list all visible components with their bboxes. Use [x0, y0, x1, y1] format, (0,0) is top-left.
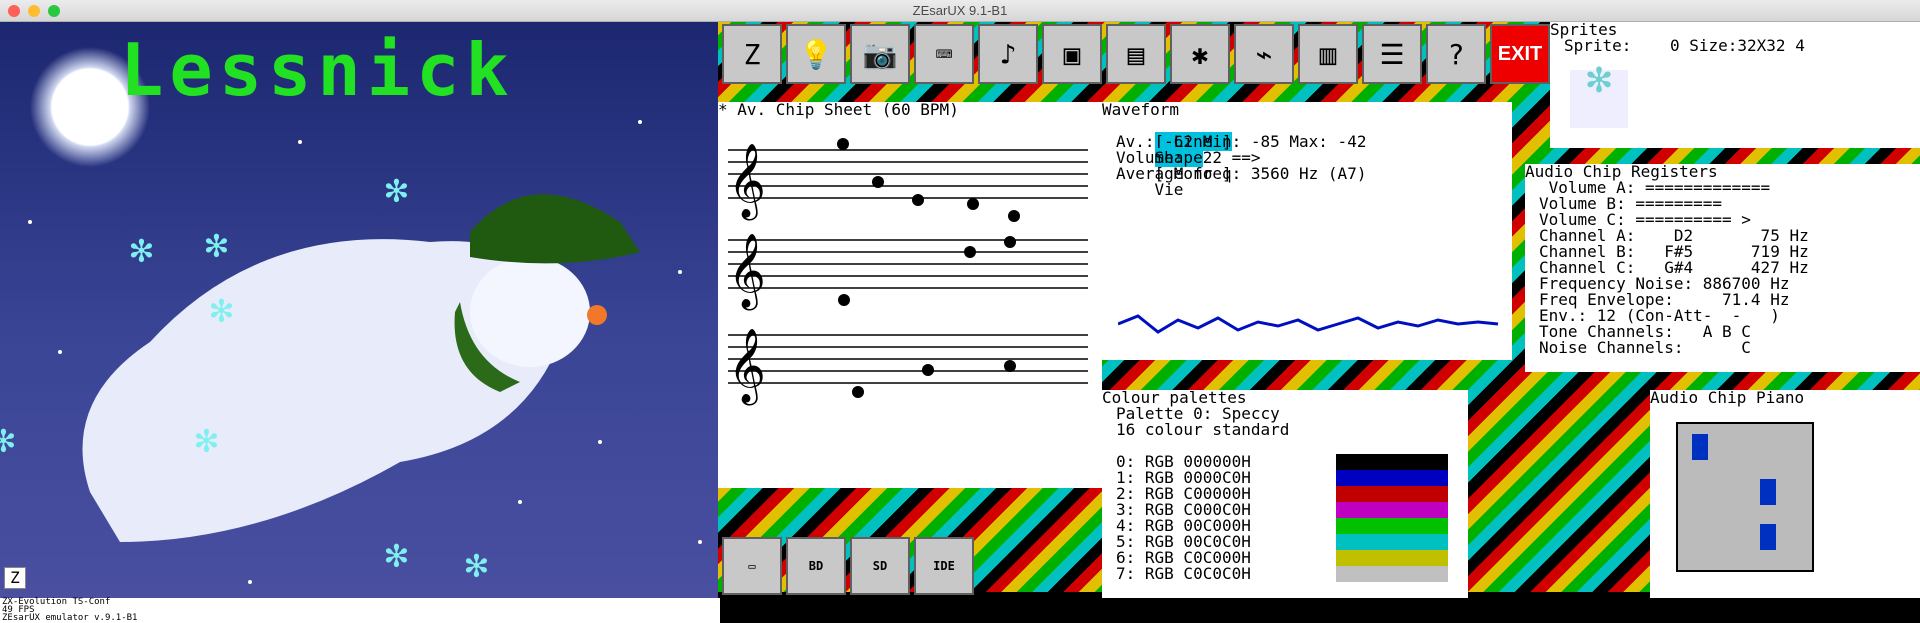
snapshot-camera-icon[interactable]: 📷 [850, 24, 910, 84]
chip-sheet-title: * Av. Chip Sheet (60 BPM) [718, 102, 959, 119]
bulb-help-icon[interactable]: 💡 [786, 24, 846, 84]
palette-swatch [1336, 534, 1448, 550]
window-titlebar: ZEsarUX 9.1-B1 [0, 0, 1920, 22]
window-title: ZEsarUX 9.1-B1 [912, 3, 1008, 18]
svg-text:✻: ✻ [205, 222, 228, 266]
status-text: ZX-Evolution TS-Conf 49 FPS ZEsarUX emul… [0, 598, 720, 623]
zesarux-logo-icon[interactable]: Z [722, 24, 782, 84]
sprites-info: Sprite: 0 Size:32X32 4 [1564, 36, 1805, 55]
sprites-window: Sprites Sprite: 0 Size:32X32 4 ✻ [1550, 22, 1920, 148]
snowman-illustration: ✻ ✻ ✻ ✻ ✻ ✻ ✻ ✻ [0, 120, 702, 586]
chip-sheet-window: * Av. Chip Sheet (60 BPM) 𝄞 𝄞 𝄞 [718, 102, 1102, 488]
svg-text:✻: ✻ [465, 542, 488, 586]
palette-swatch [1336, 470, 1448, 486]
audio-mixer-icon[interactable]: ☰ [1362, 24, 1422, 84]
palette-desc: 16 colour standard [1116, 420, 1290, 439]
sd-card-button[interactable]: SD [850, 537, 910, 595]
status-machine: ZX-Evolution TS-Conf [2, 597, 111, 607]
palette-entry-label: 7: RGB C0C0C0H [1116, 564, 1251, 583]
exit-button[interactable]: EXIT [1490, 24, 1550, 84]
palette-entry: 7: RGB C0C0C0H [1102, 566, 1468, 582]
help-question-icon[interactable]: ? [1426, 24, 1486, 84]
tape-icon[interactable]: ▭ [722, 537, 782, 595]
palette-swatch [1336, 486, 1448, 502]
waveform-window: Waveform [ Line ] Shape [ Mono ] Vie Av.… [1102, 102, 1512, 360]
zesarux-corner-icon[interactable]: Z [4, 567, 26, 589]
svg-text:𝄞: 𝄞 [728, 329, 766, 406]
palette-swatch [1336, 454, 1448, 470]
waveform-freq: Average freq: 3560 Hz (A7) [1116, 164, 1367, 183]
emulated-screen[interactable]: Lessnick ✻ ✻ ✻ ✻ ✻ ✻ ✻ ✻ Z [0, 22, 718, 598]
bd-disk-button[interactable]: BD [786, 537, 846, 595]
svg-text:𝄞: 𝄞 [728, 144, 766, 221]
palette-swatch [1336, 518, 1448, 534]
music-staff: 𝄞 𝄞 𝄞 [728, 138, 1088, 406]
keyboard-help-icon[interactable]: ⌨ [914, 24, 974, 84]
svg-text:✻: ✻ [195, 417, 218, 461]
window-icon[interactable]: ▥ [1298, 24, 1358, 84]
reg-row: Noise Channels: C [1539, 338, 1751, 357]
music-note-icon[interactable]: ♪ [978, 24, 1038, 84]
palette-swatch [1336, 550, 1448, 566]
palette-swatch [1336, 566, 1448, 582]
ide-disk-button[interactable]: IDE [914, 537, 974, 595]
status-version: ZEsarUX emulator v.9.1-B1 [2, 613, 138, 623]
palette-swatch [1336, 502, 1448, 518]
piano-keys [1676, 422, 1814, 572]
sprite-preview: ✻ [1570, 57, 1628, 128]
network-icon[interactable]: ⌁ [1234, 24, 1294, 84]
audio-registers-window: Audio Chip Registers Volume A: =========… [1525, 164, 1920, 372]
display-icon[interactable]: ▣ [1042, 24, 1102, 84]
debug-bug-icon[interactable]: ✱ [1170, 24, 1230, 84]
colour-palettes-window: Colour palettes Palette 0: Speccy 16 col… [1102, 390, 1468, 598]
waveform-graph [1118, 314, 1499, 334]
waveform-title: Waveform [1102, 102, 1180, 119]
svg-text:✻: ✻ [385, 167, 408, 211]
main-toolbar: Z 💡 📷 ⌨ ♪ ▣ ▤ ✱ ⌁ ▥ ☰ ? EXIT [718, 22, 1550, 86]
svg-text:𝄞: 𝄞 [728, 234, 766, 311]
storage-icon[interactable]: ▤ [1106, 24, 1166, 84]
svg-text:✻: ✻ [210, 287, 233, 331]
audio-chip-piano-window: Audio Chip Piano [1650, 390, 1920, 598]
svg-text:✻: ✻ [130, 227, 153, 271]
svg-text:✻: ✻ [385, 532, 408, 576]
piano-title: Audio Chip Piano [1650, 390, 1805, 407]
svg-text:✻: ✻ [0, 417, 15, 461]
